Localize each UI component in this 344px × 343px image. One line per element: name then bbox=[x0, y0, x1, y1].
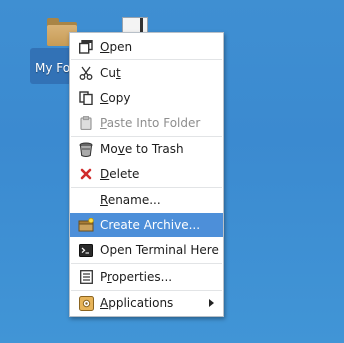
menu-item-label: Properties... bbox=[100, 270, 173, 284]
menu-item-delete[interactable]: Delete bbox=[70, 162, 223, 186]
context-menu: Open Cut Copy Paste Into Folder Move to … bbox=[69, 32, 224, 317]
menu-item-label: Cut bbox=[100, 66, 121, 80]
menu-item-label: Copy bbox=[100, 91, 131, 105]
trash-icon bbox=[78, 141, 94, 157]
menu-item-label: Delete bbox=[100, 167, 140, 181]
menu-item-properties[interactable]: Properties... bbox=[70, 265, 223, 289]
properties-icon bbox=[78, 269, 94, 285]
applications-icon bbox=[78, 295, 94, 311]
menu-item-copy[interactable]: Copy bbox=[70, 86, 223, 110]
menu-item-cut[interactable]: Cut bbox=[70, 61, 223, 85]
folder-label: My Fol bbox=[35, 61, 74, 75]
menu-item-label: Applications bbox=[100, 296, 174, 310]
submenu-arrow-icon bbox=[209, 299, 214, 307]
red-x-icon bbox=[78, 166, 94, 182]
menu-item-label: Open Terminal Here bbox=[100, 243, 219, 257]
menu-item-applications[interactable]: Applications bbox=[70, 291, 223, 315]
menu-item-open[interactable]: Open bbox=[70, 35, 223, 59]
menu-item-label: Paste Into Folder bbox=[100, 116, 201, 130]
menu-item-open-terminal[interactable]: Open Terminal Here bbox=[70, 238, 223, 262]
archive-icon bbox=[78, 217, 94, 233]
scissors-icon bbox=[78, 65, 94, 81]
menu-item-label: Open bbox=[100, 40, 133, 54]
menu-item-move-to-trash[interactable]: Move to Trash bbox=[70, 137, 223, 161]
menu-separator bbox=[71, 263, 222, 264]
menu-item-label: Rename... bbox=[100, 193, 161, 207]
menu-item-rename[interactable]: Rename... bbox=[70, 188, 223, 212]
open-window-icon bbox=[78, 39, 94, 55]
menu-item-create-archive[interactable]: Create Archive... bbox=[70, 213, 223, 237]
menu-separator bbox=[71, 59, 222, 60]
menu-item-label: Create Archive... bbox=[100, 218, 201, 232]
blank-icon-space bbox=[78, 192, 94, 208]
terminal-icon bbox=[78, 242, 94, 258]
menu-item-paste-into-folder[interactable]: Paste Into Folder bbox=[70, 111, 223, 135]
copy-icon bbox=[78, 90, 94, 106]
paste-icon bbox=[78, 115, 94, 131]
menu-item-label: Move to Trash bbox=[100, 142, 184, 156]
